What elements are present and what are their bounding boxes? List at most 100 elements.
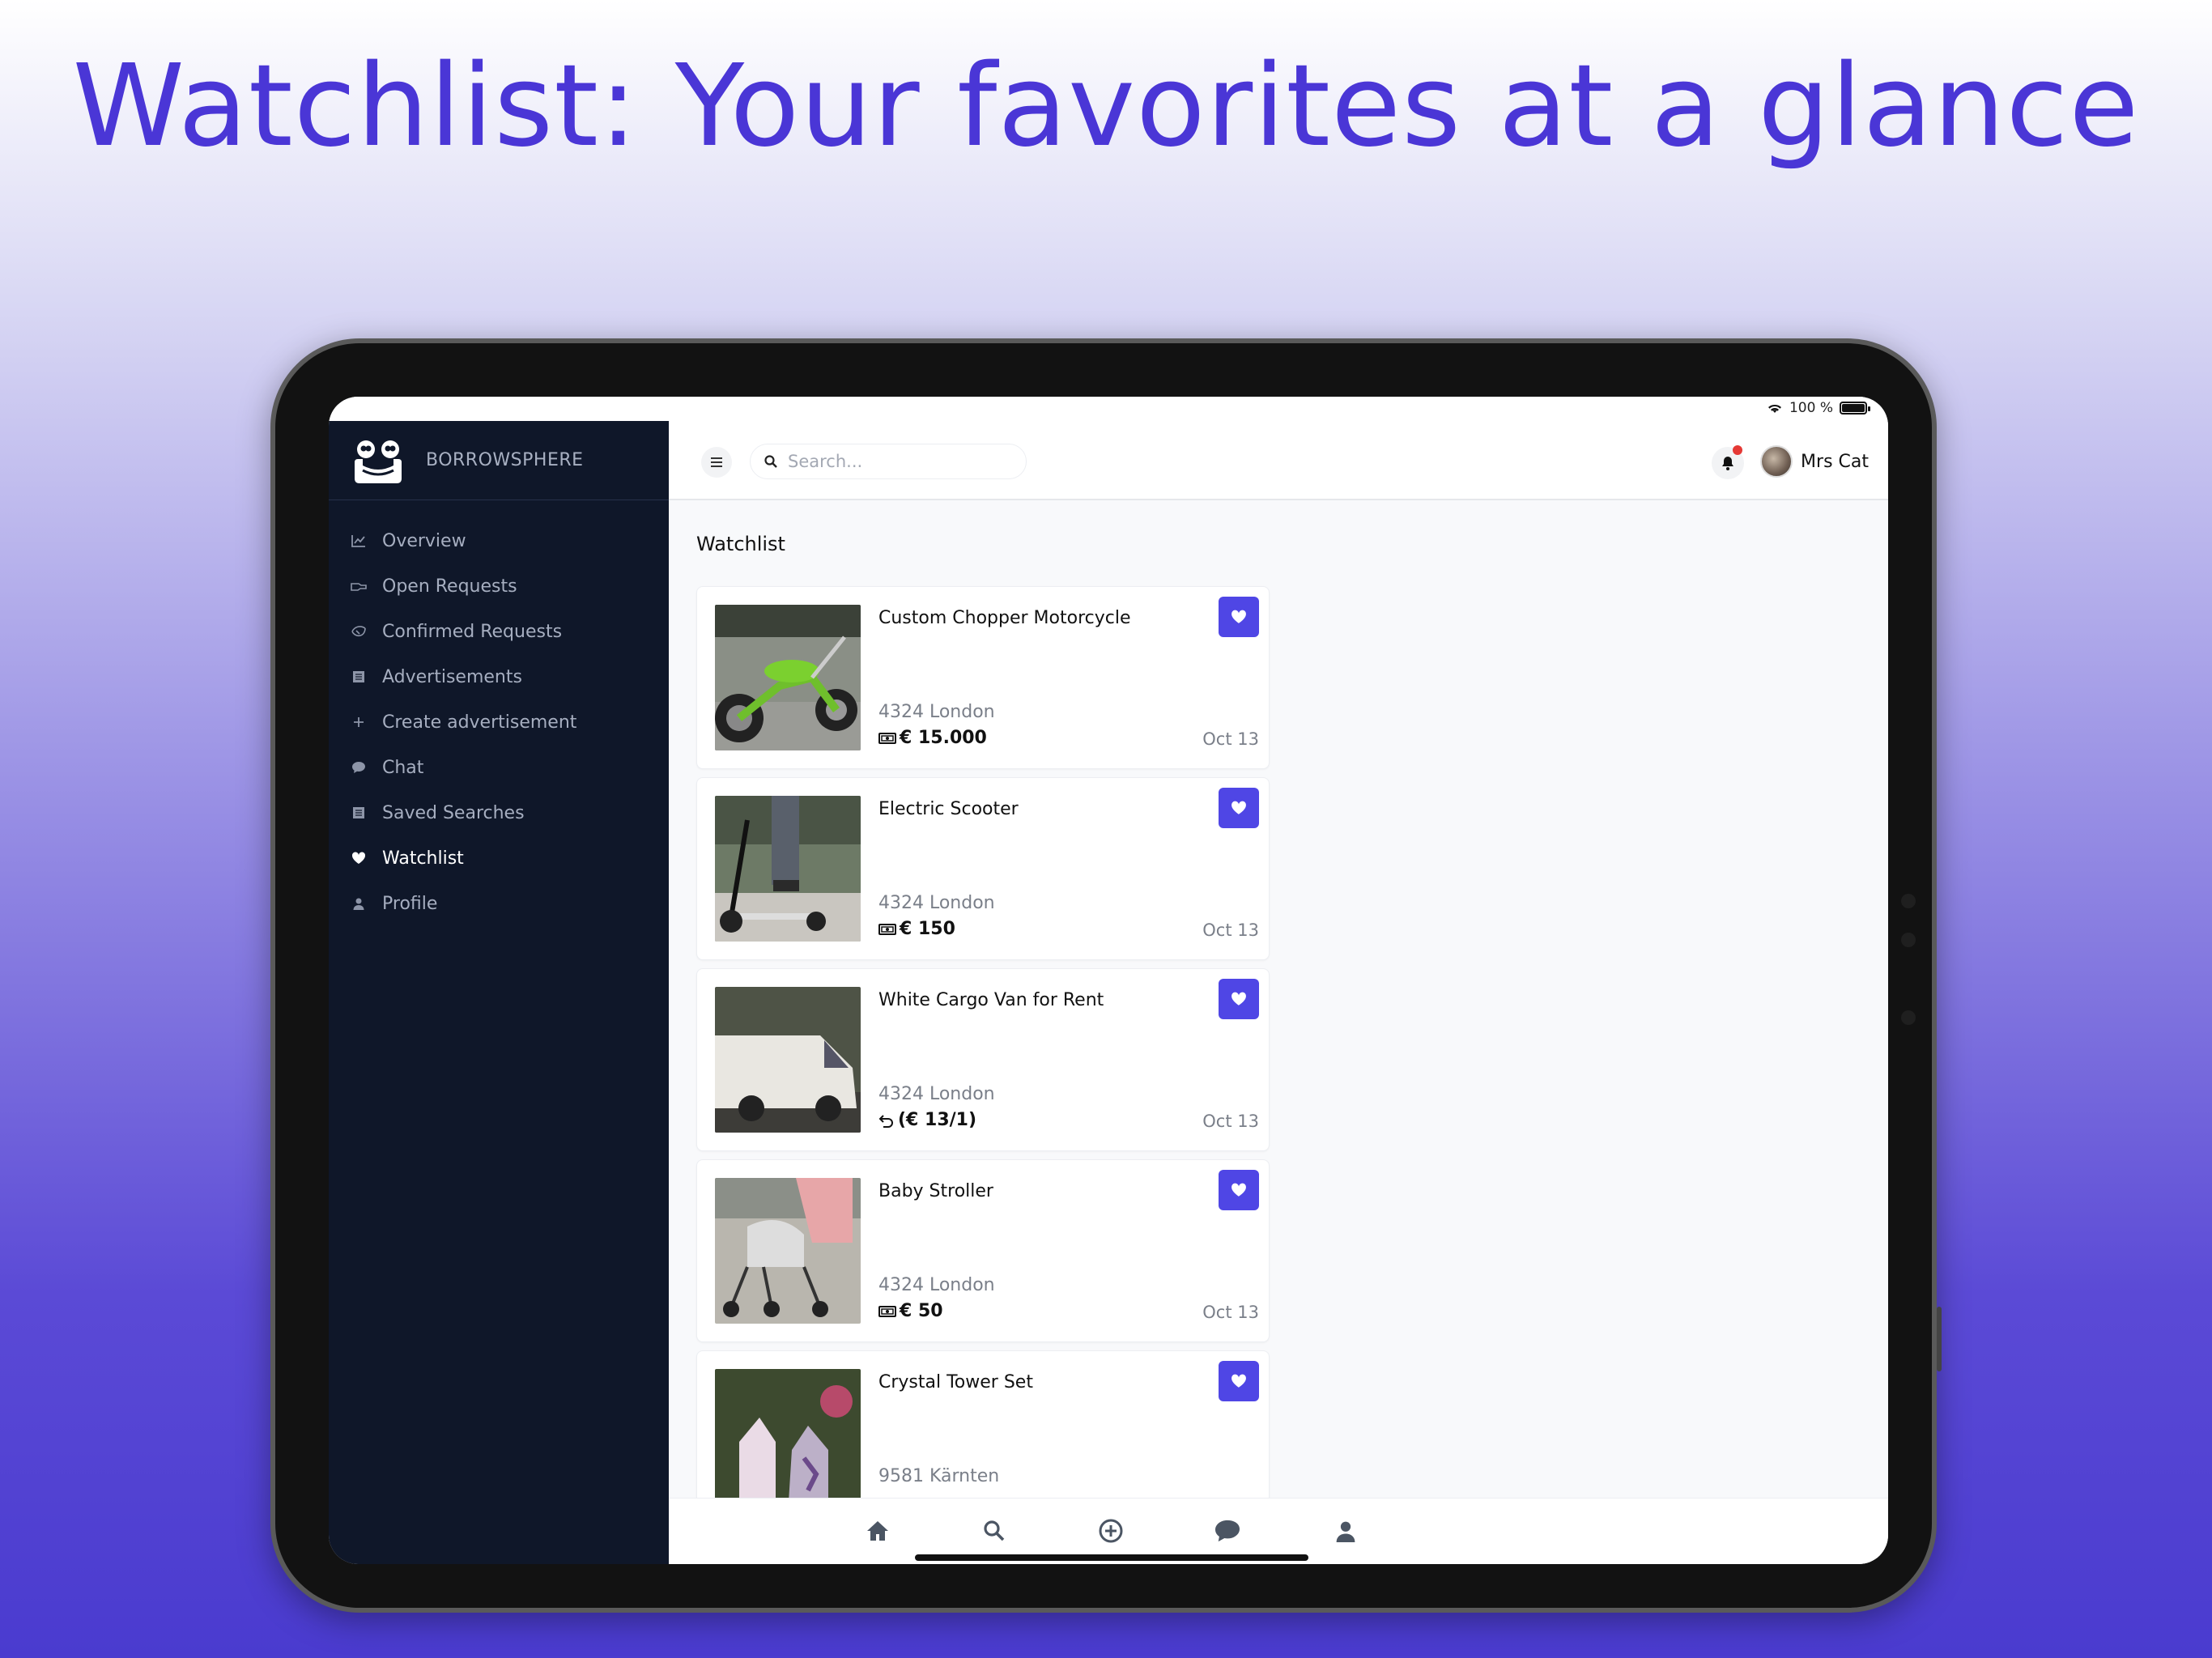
notification-badge (1733, 445, 1742, 455)
item-title: Electric Scooter (878, 799, 1019, 819)
sidebar-item-label: Advertisements (382, 666, 522, 687)
watchlist-list: Custom Chopper Motorcycle 4324 London € … (696, 586, 1270, 1498)
item-image-motorcycle (715, 605, 861, 750)
wifi-icon (1767, 404, 1781, 413)
list-item[interactable]: Electric Scooter 4324 London € 150 Oct 1… (696, 777, 1270, 960)
main-content: Watchlist Custom Chopper Motorcycle 4324… (669, 500, 1888, 1498)
sidebar: BORROWSPHERE Overview Open Requests Conf… (329, 421, 669, 1564)
page-title: Watchlist (696, 533, 785, 555)
borrowsphere-logo-icon (355, 440, 402, 483)
side-button (1937, 1307, 1942, 1371)
list-icon (350, 668, 368, 686)
watchlist-toggle-button[interactable] (1219, 788, 1259, 828)
battery-icon (1840, 402, 1870, 414)
handshake-icon (350, 623, 368, 640)
sidebar-item-overview[interactable]: Overview (329, 518, 669, 563)
sidebar-item-label: Open Requests (382, 576, 517, 597)
sidebar-item-confirmed-requests[interactable]: Confirmed Requests (329, 609, 669, 654)
item-price-label: € 50 (900, 1301, 943, 1321)
sidebar-item-create-advertisement[interactable]: Create advertisement (329, 699, 669, 745)
heart-icon (1231, 992, 1246, 1005)
item-location: 4324 London (878, 1275, 995, 1295)
camera-dot (1901, 1010, 1916, 1025)
watchlist-toggle-button[interactable] (1219, 597, 1259, 637)
sidebar-item-watchlist[interactable]: Watchlist (329, 835, 669, 881)
sidebar-nav: Overview Open Requests Confirmed Request… (329, 500, 669, 926)
list-icon (350, 804, 368, 822)
home-indicator (915, 1554, 1308, 1561)
item-price: € 50 (878, 1301, 943, 1321)
user-menu[interactable]: Mrs Cat (1760, 445, 1869, 478)
item-date: Oct 13 (1202, 1112, 1259, 1131)
item-date: Oct 13 (1202, 729, 1259, 749)
avatar (1760, 445, 1793, 478)
chart-line-icon (350, 532, 368, 550)
item-date: Oct 13 (1202, 920, 1259, 940)
heart-icon (350, 849, 368, 867)
sidebar-item-open-requests[interactable]: Open Requests (329, 563, 669, 609)
item-image-stroller (715, 1178, 861, 1324)
watchlist-toggle-button[interactable] (1219, 1170, 1259, 1210)
heart-icon (1231, 1374, 1246, 1388)
person-icon[interactable] (1331, 1516, 1360, 1545)
list-item[interactable]: White Cargo Van for Rent 4324 London (€ … (696, 968, 1270, 1151)
sidebar-item-chat[interactable]: Chat (329, 745, 669, 790)
item-price: € 150 (878, 919, 955, 939)
camera-dot (1901, 894, 1916, 908)
heart-icon (1231, 610, 1246, 623)
sidebar-item-label: Overview (382, 530, 466, 551)
notifications-button[interactable] (1712, 445, 1744, 479)
item-location: 4324 London (878, 893, 995, 913)
sidebar-item-profile[interactable]: Profile (329, 881, 669, 926)
add-circle-icon[interactable] (1096, 1516, 1125, 1545)
brand[interactable]: BORROWSPHERE (329, 421, 669, 500)
menu-button[interactable] (701, 447, 732, 478)
list-item[interactable]: Crystal Tower Set 9581 Kärnten (696, 1350, 1270, 1498)
item-price-label: € 150 (900, 919, 955, 939)
list-item[interactable]: Custom Chopper Motorcycle 4324 London € … (696, 586, 1270, 769)
sidebar-item-label: Saved Searches (382, 802, 525, 823)
rental-icon (878, 1114, 893, 1128)
home-icon[interactable] (863, 1516, 892, 1545)
search-icon (764, 455, 777, 468)
item-title: White Cargo Van for Rent (878, 990, 1104, 1010)
sidebar-item-label: Profile (382, 893, 438, 914)
cash-icon (878, 732, 896, 744)
screen: 100 % BORROWSPHERE Overview Open Request… (329, 397, 1888, 1564)
sidebar-item-label: Create advertisement (382, 712, 577, 733)
item-date: Oct 13 (1202, 1303, 1259, 1322)
item-image-van (715, 987, 861, 1133)
item-price: € 15.000 (878, 728, 987, 748)
sidebar-item-saved-searches[interactable]: Saved Searches (329, 790, 669, 835)
top-bar: Mrs Cat (669, 421, 1888, 500)
list-item[interactable]: Baby Stroller 4324 London € 50 Oct 13 (696, 1159, 1270, 1342)
heart-icon (1231, 1183, 1246, 1197)
sidebar-item-label: Watchlist (382, 848, 464, 869)
item-title: Baby Stroller (878, 1181, 993, 1201)
item-location: 4324 London (878, 1084, 995, 1104)
item-image-scooter (715, 796, 861, 942)
item-price: (€ 13/1) (878, 1110, 976, 1130)
chat-bubble-icon (350, 759, 368, 776)
battery-label: 100 % (1789, 400, 1833, 416)
bell-icon (1722, 457, 1733, 470)
camera-dot (1901, 933, 1916, 947)
item-image-crystals (715, 1369, 861, 1498)
item-location: 4324 London (878, 702, 995, 722)
chat-bubble-icon[interactable] (1213, 1516, 1242, 1545)
sidebar-item-advertisements[interactable]: Advertisements (329, 654, 669, 699)
plus-icon (350, 713, 368, 731)
headline: Watchlist: Your favorites at a glance (72, 40, 2140, 172)
item-price-label: € 15.000 (900, 728, 987, 748)
item-location: 9581 Kärnten (878, 1466, 1000, 1486)
watchlist-toggle-button[interactable] (1219, 1361, 1259, 1401)
item-title: Crystal Tower Set (878, 1372, 1033, 1392)
search-box[interactable] (750, 444, 1027, 479)
search-input[interactable] (788, 452, 982, 471)
search-icon[interactable] (980, 1516, 1009, 1545)
heart-icon (1231, 801, 1246, 814)
item-title: Custom Chopper Motorcycle (878, 608, 1131, 628)
watchlist-toggle-button[interactable] (1219, 979, 1259, 1019)
brand-name: BORROWSPHERE (426, 450, 584, 470)
hamburger-icon (711, 457, 722, 467)
